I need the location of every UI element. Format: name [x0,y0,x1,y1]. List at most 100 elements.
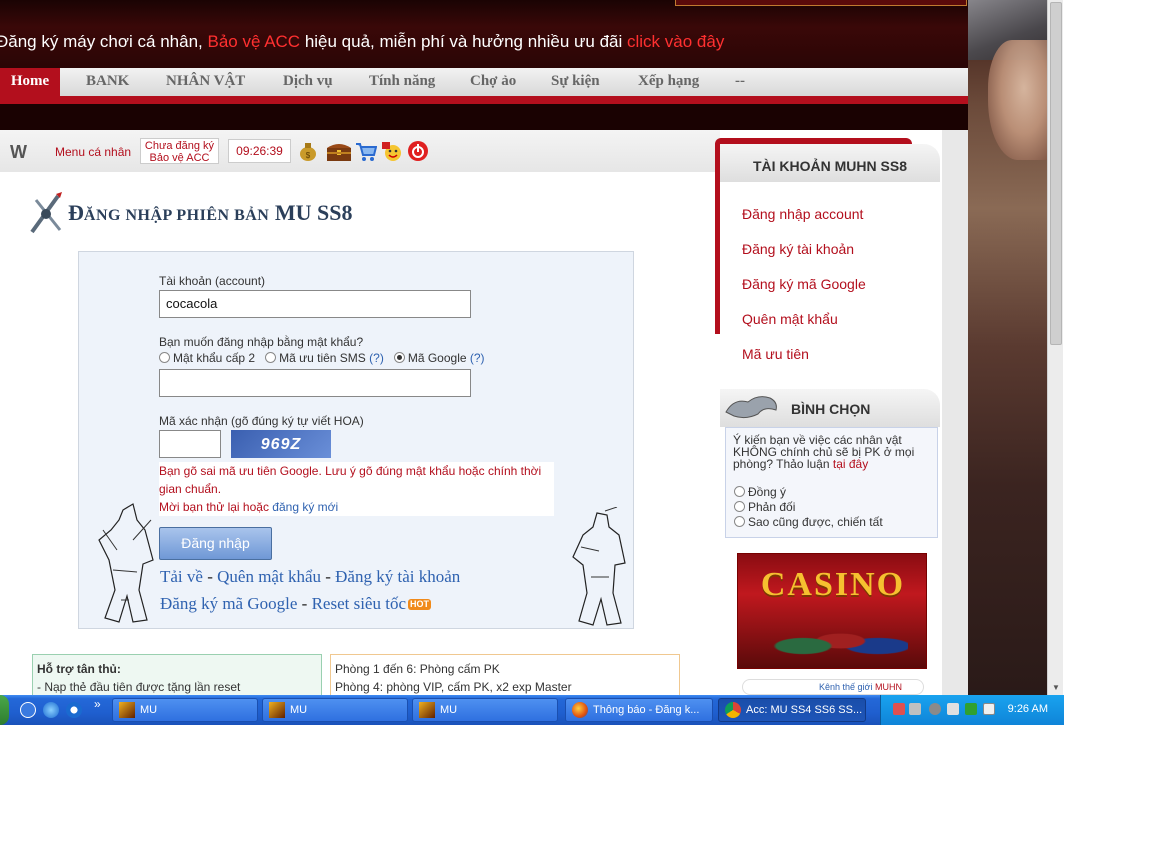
promo-protect-acc: Bảo vệ ACC [207,32,301,51]
browser-viewport: Đăng ký máy chơi cá nhân, Bảo vệ ACC hiệ… [0,0,1047,695]
login-button[interactable]: Đăng nhập [159,527,272,560]
captcha-input[interactable] [159,430,221,458]
register-google-link[interactable]: Đăng ký mã Google [160,594,297,613]
poll-option-whatever-label: Sao cũng được, chiến tất [748,515,883,529]
nav-events[interactable]: Sự kiện [551,68,600,96]
nav-market[interactable]: Chợ ảo [470,68,516,96]
background-art [968,0,1047,695]
scroll-down-icon[interactable]: ▼ [1051,683,1061,693]
taskbar-firefox[interactable]: Thông báo - Đăng k... [565,698,713,722]
tray-display-icon[interactable] [909,703,921,715]
method-radio-google[interactable] [393,352,405,363]
password-input[interactable] [159,369,471,397]
personal-menu-link[interactable]: Menu cá nhân [55,145,131,159]
treasure-chest-icon[interactable] [325,140,353,162]
account-input[interactable]: cocacola [159,290,471,318]
error-message: Bạn gõ sai mã ưu tiên Google. Lưu ý gõ đ… [159,462,554,516]
sidebar-item-google[interactable]: Đăng ký mã Google [742,276,866,292]
forgot-password-link[interactable]: Quên mật khẩu [217,567,321,586]
server-clock: 09:26:39 [228,139,291,163]
promo-click-here-link[interactable]: click vào đây [627,32,724,51]
poll-option-disagree-label: Phản đối [748,500,796,514]
taskbar-chrome[interactable]: Acc: MU SS4 SS6 SS... [718,698,866,722]
tray-security-icon[interactable] [965,703,977,715]
power-icon[interactable] [407,140,429,162]
title-initial: Đ [68,200,84,225]
taskbar-mu-1[interactable]: MU [112,698,258,722]
nav-home[interactable]: Home [0,68,60,96]
system-tray: 9:26 AM [880,695,1064,725]
gift-smiley-icon[interactable] [381,140,403,162]
casino-characters-image [758,616,908,666]
link-separator: - [202,567,218,586]
internet-explorer-icon[interactable] [43,702,59,718]
captcha-image[interactable]: 969Z [231,430,331,458]
sidebar: TÀI KHOẢN MUHN SS8 Đăng nhập account Đăn… [720,144,940,695]
poll-radio-agree[interactable] [734,486,745,497]
sms-help-link[interactable]: (?) [369,351,384,365]
nav-underline [0,96,968,104]
sidebar-item-forgot[interactable]: Quên mật khẩu [742,311,838,327]
mu-game-icon [419,702,435,718]
background-face [988,40,1047,160]
links-row-1: Tải về - Quên mật khẩu - Đăng ký tài kho… [160,567,460,587]
nav-ranking[interactable]: Xếp hạng [638,68,699,96]
sidebar-item-priority[interactable]: Mã ưu tiên [742,346,809,362]
task-label: Acc: MU SS4 SS6 SS... [746,704,863,716]
world-channel-link[interactable]: Kênh thế giới MUHN [742,679,924,695]
retry-line: Mời bạn thử lại hoặc đăng ký mới [159,498,550,516]
main-right-margin [942,130,968,695]
nav-more[interactable]: -- [735,68,745,96]
main-nav: Home BANK NHÂN VẬT Dịch vụ Tính năng Chợ… [0,68,968,104]
poll-option-agree[interactable]: Đồng ý [734,486,786,498]
poll-option-disagree[interactable]: Phản đối [734,501,795,513]
register-new-link[interactable]: đăng ký mới [272,500,338,514]
nav-bank[interactable]: BANK [86,68,129,96]
tray-language-icon[interactable] [983,703,995,715]
scrollbar-thumb[interactable] [1050,2,1062,345]
quicklaunch-chevron-icon[interactable]: » [94,697,101,711]
media-player-icon[interactable] [66,702,82,718]
show-desktop-icon[interactable] [20,702,36,718]
poll-discuss-link[interactable]: tại đây [833,457,868,471]
help-title: Hỗ trợ tân thủ: [37,662,121,676]
taskbar-mu-3[interactable]: MU [412,698,558,722]
taskbar-clock: 9:26 AM [1007,703,1048,715]
nav-services[interactable]: Dịch vụ [283,68,333,96]
sidebar-item-register[interactable]: Đăng ký tài khoản [742,241,854,257]
link-separator: - [320,567,336,586]
task-label: MU [140,704,158,716]
vertical-scrollbar[interactable]: ▼ [1047,0,1063,695]
method-radio-sms[interactable] [265,352,277,363]
mu-game-icon [119,702,135,718]
nav-character[interactable]: NHÂN VẬT [166,68,245,96]
casino-banner[interactable]: CASINO [737,553,927,669]
crossed-swords-icon [30,192,62,234]
poll-radio-whatever[interactable] [734,516,745,527]
main-panel: W Menu cá nhân Chưa đăng ký Bảo vệ ACC 0… [0,130,968,695]
start-button[interactable] [0,695,9,725]
poll-radio-disagree[interactable] [734,501,745,512]
acc-protection-status[interactable]: Chưa đăng ký Bảo vệ ACC [140,138,219,164]
tray-network-icon[interactable] [893,703,905,715]
method-radio-level2[interactable] [159,352,170,363]
google-help-link[interactable]: (?) [470,351,485,365]
captcha-label: Mã xác nhận (gõ đúng ký tự viết HOA) [159,414,364,428]
poll-option-whatever[interactable]: Sao cũng được, chiến tất [734,516,883,528]
chrome-icon [725,702,741,718]
sidebar-item-login[interactable]: Đăng nhập account [742,206,863,222]
header-top-bar [675,0,967,6]
help-line: - Nạp thẻ đầu tiên được tặng lần reset [37,680,241,694]
tray-usb-icon[interactable] [947,703,959,715]
money-bag-icon[interactable]: $ [297,140,319,162]
method-label-google: Mã Google [407,351,467,365]
nav-features[interactable]: Tính năng [369,68,435,96]
download-link[interactable]: Tải về [160,567,203,586]
register-account-link[interactable]: Đăng ký tài khoản [335,567,460,586]
fast-reset-link[interactable]: Reset siêu tốc [312,594,406,613]
site-logo[interactable]: W [10,142,27,163]
promo-banner[interactable]: Đăng ký máy chơi cá nhân, Bảo vệ ACC hiệ… [0,32,724,52]
tray-speaker-icon[interactable] [929,703,941,715]
shopping-cart-icon[interactable] [355,140,377,162]
taskbar-mu-2[interactable]: MU [262,698,408,722]
